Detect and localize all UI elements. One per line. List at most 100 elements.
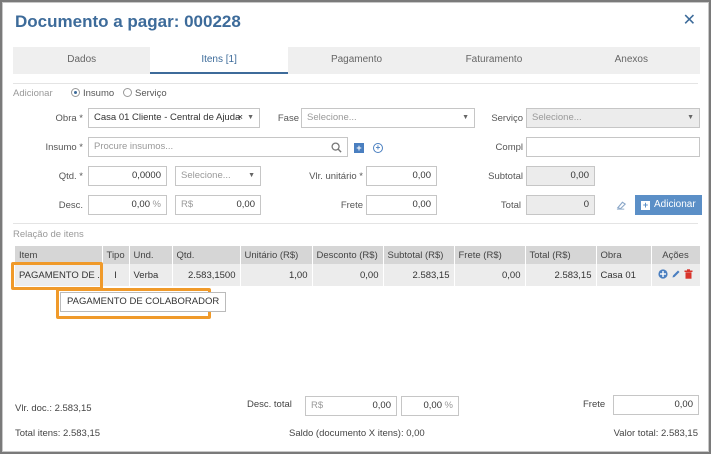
insumo-label: Insumo * bbox=[45, 142, 84, 153]
close-icon[interactable]: ✕ bbox=[683, 12, 696, 30]
item-cell-highlight bbox=[11, 262, 103, 290]
desc-total-pct-input[interactable]: 0,00 % bbox=[401, 396, 459, 416]
items-section-label: Relação de itens bbox=[13, 229, 84, 240]
tab-faturamento[interactable]: Faturamento bbox=[425, 47, 562, 74]
cell-qtd: 2.583,1500 bbox=[172, 264, 241, 286]
unit-placeholder: Selecione... bbox=[181, 170, 231, 181]
column-header-desconto[interactable]: Desconto (R$) bbox=[312, 246, 384, 264]
column-header-subtotal[interactable]: Subtotal (R$) bbox=[383, 246, 455, 264]
tab-bar: Dados Itens [1] Pagamento Faturamento An… bbox=[13, 47, 700, 74]
desc-pct-input[interactable]: 0,00 % bbox=[88, 195, 167, 215]
desc-value-input[interactable]: R$ 0,00 bbox=[175, 195, 261, 215]
vlr-unitario-label: Vlr. unitário * bbox=[309, 171, 363, 182]
desc-pct-value: 0,00 bbox=[131, 199, 151, 210]
cell-tipo: I bbox=[102, 264, 130, 286]
desc-total-input[interactable]: R$ 0,00 bbox=[305, 396, 397, 416]
frete-footer-label: Frete bbox=[583, 399, 606, 410]
obra-label: Obra * bbox=[55, 113, 83, 124]
qtd-input[interactable]: 0,0000 bbox=[88, 166, 167, 186]
tab-anexos[interactable]: Anexos bbox=[563, 47, 700, 74]
total-itens-text: Total itens: 2.583,15 bbox=[15, 428, 101, 439]
column-header-und[interactable]: Und. bbox=[129, 246, 173, 264]
plus-icon: + bbox=[641, 200, 650, 210]
cell-subtotal: 2.583,15 bbox=[383, 264, 455, 286]
compl-label: Compl bbox=[495, 142, 523, 153]
radio-insumo-icon bbox=[71, 88, 80, 97]
frete-footer-input[interactable]: 0,00 bbox=[613, 395, 699, 415]
desc-total-value: 0,00 bbox=[372, 400, 392, 411]
column-header-total[interactable]: Total (R$) bbox=[525, 246, 597, 264]
divider bbox=[13, 83, 698, 84]
tab-dados[interactable]: Dados bbox=[13, 47, 150, 74]
column-header-unitario[interactable]: Unitário (R$) bbox=[240, 246, 313, 264]
radio-servico[interactable]: Serviço bbox=[123, 88, 167, 99]
total-label: Total bbox=[500, 200, 521, 211]
column-header-acoes: Ações bbox=[651, 246, 701, 264]
radio-insumo-label: Insumo bbox=[83, 88, 115, 99]
servico-placeholder: Selecione... bbox=[532, 112, 582, 123]
subtotal-field: 0,00 bbox=[526, 166, 595, 186]
qtd-label: Qtd. * bbox=[58, 171, 83, 182]
column-header-obra[interactable]: Obra bbox=[596, 246, 652, 264]
add-item-button[interactable]: + Adicionar bbox=[635, 195, 702, 215]
vlr-unitario-input[interactable]: 0,00 bbox=[366, 166, 437, 186]
trash-icon[interactable] bbox=[684, 269, 693, 279]
insumo-search-input[interactable]: Procure insumos... bbox=[88, 137, 348, 157]
frete-input[interactable]: 0,00 bbox=[366, 195, 437, 215]
chevron-down-icon: ▼ bbox=[462, 114, 469, 121]
fase-placeholder: Selecione... bbox=[307, 112, 357, 123]
document-modal: Documento a pagar: 000228 ✕ Dados Itens … bbox=[2, 2, 709, 452]
desc-label: Desc. bbox=[58, 200, 83, 211]
currency-prefix: R$ bbox=[181, 199, 194, 210]
chevron-down-icon: ▼ bbox=[687, 114, 694, 121]
eraser-icon[interactable] bbox=[616, 200, 627, 210]
servico-label: Serviço bbox=[491, 113, 523, 124]
currency-prefix: R$ bbox=[311, 400, 324, 411]
table-row[interactable]: PAGAMENTO DE ... I Verba 2.583,1500 1,00… bbox=[15, 264, 701, 286]
desc-total-label: Desc. total bbox=[247, 399, 292, 410]
total-field: 0 bbox=[526, 195, 595, 215]
edit-icon[interactable] bbox=[671, 269, 681, 279]
table-header-row: Item Tipo Und. Qtd. Unitário (R$) Descon… bbox=[15, 246, 701, 264]
subtotal-label: Subtotal bbox=[488, 171, 523, 182]
desc-currency-value: 0,00 bbox=[236, 199, 256, 210]
compl-input[interactable] bbox=[526, 137, 700, 157]
servico-select[interactable]: Selecione... ▼ bbox=[526, 108, 700, 128]
fase-select[interactable]: Selecione... ▼ bbox=[301, 108, 475, 128]
column-header-qtd[interactable]: Qtd. bbox=[172, 246, 241, 264]
obra-value: Casa 01 Cliente - Central de Ajuda bbox=[94, 112, 241, 123]
cell-obra: Casa 01 bbox=[596, 264, 652, 286]
chevron-down-icon: ▼ bbox=[247, 114, 254, 121]
tab-itens[interactable]: Itens [1] bbox=[150, 47, 288, 74]
chevron-down-icon: ▼ bbox=[248, 172, 255, 179]
radio-servico-label: Serviço bbox=[135, 88, 167, 99]
radio-servico-icon bbox=[123, 88, 132, 97]
column-header-tipo[interactable]: Tipo bbox=[102, 246, 130, 264]
saldo-text: Saldo (documento X itens): 0,00 bbox=[289, 428, 425, 439]
tab-pagamento[interactable]: Pagamento bbox=[288, 47, 425, 74]
percent-symbol: % bbox=[444, 400, 453, 411]
cell-unitario: 1,00 bbox=[240, 264, 313, 286]
cell-desconto: 0,00 bbox=[312, 264, 384, 286]
radio-insumo[interactable]: Insumo bbox=[71, 88, 114, 99]
obra-select[interactable]: Casa 01 Cliente - Central de Ajuda × ▼ bbox=[88, 108, 260, 128]
cell-total: 2.583,15 bbox=[525, 264, 597, 286]
unit-select[interactable]: Selecione... ▼ bbox=[175, 166, 261, 186]
cell-und: Verba bbox=[129, 264, 173, 286]
info-icon[interactable] bbox=[658, 269, 668, 279]
column-header-frete[interactable]: Frete (R$) bbox=[454, 246, 526, 264]
divider bbox=[13, 223, 698, 224]
clear-icon[interactable]: × bbox=[237, 109, 243, 127]
add-item-button-label: Adicionar bbox=[654, 199, 696, 210]
vlr-doc-text: Vlr. doc.: 2.583,15 bbox=[15, 403, 92, 414]
percent-symbol: % bbox=[152, 199, 161, 210]
cell-acoes bbox=[651, 264, 701, 286]
page-title: Documento a pagar: 000228 bbox=[15, 12, 241, 31]
new-insumo-icon[interactable]: + bbox=[373, 143, 383, 153]
add-insumo-icon[interactable]: + bbox=[354, 143, 364, 153]
cell-frete: 0,00 bbox=[454, 264, 526, 286]
frete-label: Frete bbox=[340, 200, 363, 211]
desc-total-pct-value: 0,00 bbox=[423, 400, 443, 411]
item-tooltip: PAGAMENTO DE COLABORADOR bbox=[60, 292, 227, 312]
valor-total-text: Valor total: 2.583,15 bbox=[613, 428, 698, 439]
